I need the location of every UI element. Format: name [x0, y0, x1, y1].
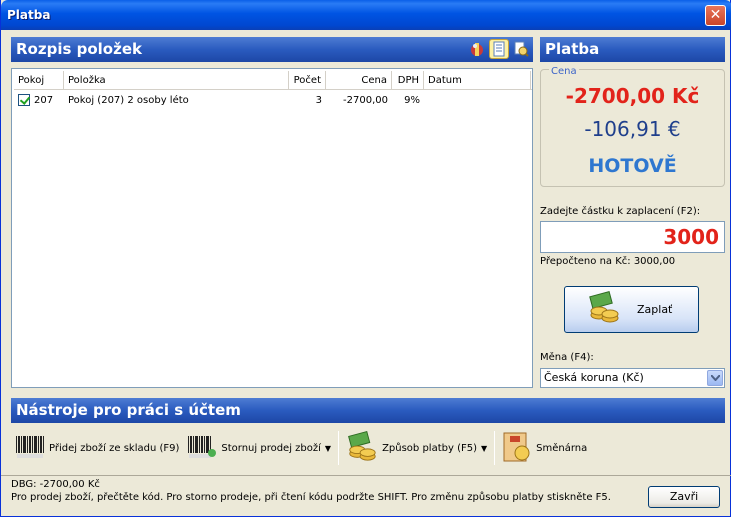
price-eur: -106,91 €	[584, 117, 681, 141]
exchange-icon	[502, 431, 532, 466]
items-panel-title: Rozpis položek	[16, 40, 142, 58]
col-header-dph[interactable]: DPH	[392, 71, 424, 90]
payment-method-label: Způsob platby (F5)	[382, 442, 477, 454]
pay-button[interactable]: Zaplať	[564, 286, 699, 333]
toolbar-divider	[494, 431, 496, 465]
exchange-button[interactable]: Směnárna	[498, 429, 591, 467]
storno-goods-label: Stornuj prodej zboží	[221, 442, 321, 454]
col-header-datum[interactable]: Datum	[424, 71, 531, 90]
cell-pokoj: 207	[14, 94, 64, 106]
pay-button-label: Zaplať	[637, 303, 673, 316]
col-header-cena[interactable]: Cena	[326, 71, 392, 90]
storno-goods-button[interactable]: Stornuj prodej zboží ▼	[183, 429, 335, 467]
window-title: Platba	[7, 8, 51, 22]
cell-pocet: 3	[315, 94, 322, 106]
col-header-polozka[interactable]: Položka	[64, 71, 289, 90]
chevron-down-icon[interactable]: ▼	[325, 444, 331, 453]
chevron-down-icon[interactable]	[707, 370, 723, 386]
col-header-pocet[interactable]: Počet	[289, 71, 326, 90]
toolbar-divider	[338, 431, 340, 465]
cell-cena: -2700,00	[343, 94, 388, 106]
price-legend: Cena	[549, 66, 579, 77]
tools-panel-title: Nástroje pro práci s účtem	[16, 401, 241, 419]
window-close-button[interactable]: ✕	[705, 5, 726, 26]
price-box: Cena -2700,00 Kč -106,91 € HOTOVĚ	[540, 66, 725, 187]
account-toolbar: Přidej zboží ze skladu (F9) Stornuj prod…	[11, 428, 725, 468]
money-bag-icon	[346, 430, 378, 466]
close-icon: ✕	[709, 7, 722, 23]
payment-state: HOTOVĚ	[588, 155, 677, 177]
row-checkbox[interactable]	[18, 94, 30, 106]
payment-window: Platba ✕ Rozpis položek Pokoj Položka Po…	[0, 0, 731, 517]
col-header-pokoj[interactable]: Pokoj	[14, 71, 64, 90]
hint-text: Pro prodej zboží, přečtěte kód. Pro stor…	[11, 492, 611, 503]
items-grid[interactable]: Pokoj Položka Počet Cena DPH Datum 207 P…	[11, 68, 533, 388]
items-panel-header: Rozpis položek	[11, 37, 533, 62]
currency-label: Měna (F4):	[540, 352, 594, 363]
cell-polozka: Pokoj (207) 2 osoby léto	[68, 94, 189, 106]
payment-panel-title: Platba	[545, 40, 600, 58]
chevron-down-icon[interactable]: ▼	[481, 444, 487, 453]
search-document-icon[interactable]	[511, 39, 531, 59]
amount-label: Zadejte částku k zaplacení (F2):	[540, 206, 701, 217]
converted-amount: Přepočteno na Kč: 3000,00	[540, 256, 676, 267]
add-goods-button[interactable]: Přidej zboží ze skladu (F9)	[11, 429, 183, 467]
price-czk: -2700,00 Kč	[565, 84, 700, 108]
barcode-storno-icon	[187, 435, 217, 462]
currency-value: Česká koruna (Kč)	[544, 371, 644, 384]
debug-text: DBG: -2700,00 Kč	[11, 479, 100, 490]
payment-method-button[interactable]: Způsob platby (F5) ▼	[342, 429, 491, 467]
amount-input[interactable]: 3000	[540, 221, 725, 253]
document-list-icon[interactable]	[489, 39, 509, 59]
cell-pokoj-value: 207	[34, 95, 54, 106]
status-bar: DBG: -2700,00 Kč Pro prodej zboží, přečt…	[1, 475, 731, 517]
table-row[interactable]: 207 Pokoj (207) 2 osoby léto 3 -2700,00 …	[14, 91, 532, 109]
gift-icon[interactable]	[467, 39, 487, 59]
close-button[interactable]: Zavři	[648, 486, 720, 508]
add-goods-label: Přidej zboží ze skladu (F9)	[49, 442, 180, 454]
payment-panel-header: Platba	[540, 37, 725, 62]
money-bag-icon	[587, 291, 621, 328]
barcode-icon	[15, 435, 45, 462]
cell-dph: 9%	[404, 94, 420, 106]
currency-select[interactable]: Česká koruna (Kč)	[540, 368, 725, 388]
tools-panel-header: Nástroje pro práci s účtem	[11, 398, 725, 423]
grid-header: Pokoj Položka Počet Cena DPH Datum	[14, 71, 532, 90]
title-bar[interactable]: Platba ✕	[1, 0, 731, 30]
exchange-label: Směnárna	[536, 442, 588, 454]
